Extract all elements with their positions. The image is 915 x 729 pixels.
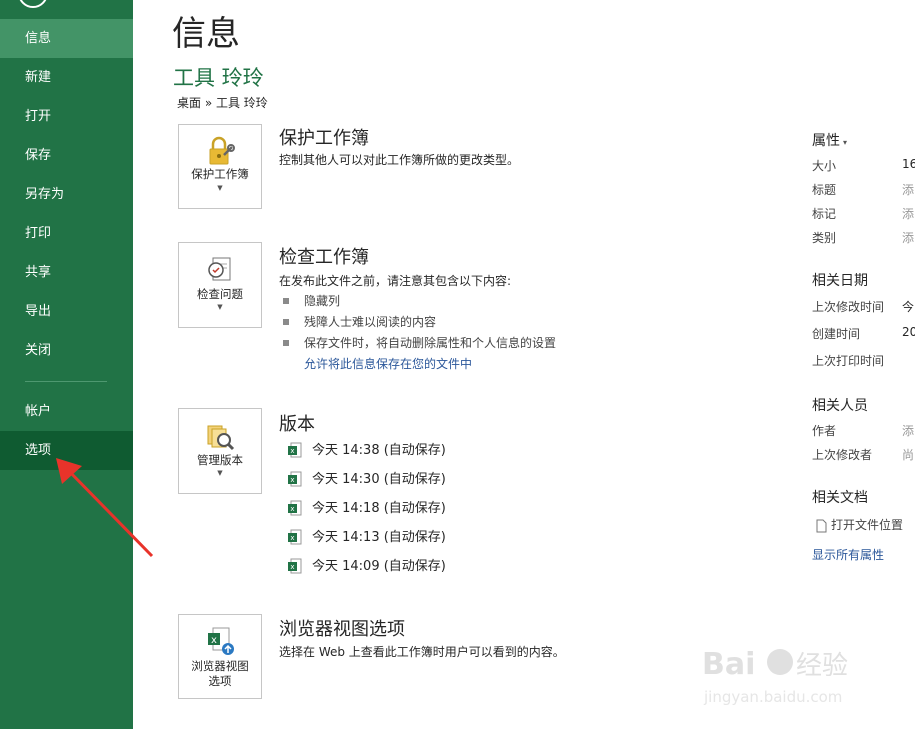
backstage-sidebar: 信息 新建 打开 保存 另存为 打印 共享 导出 关闭 帐户 选项 [0,0,133,729]
protect-tile-label: 保护工作簿 [191,167,249,181]
nav-print[interactable]: 打印 [0,214,133,253]
manage-versions-icon [207,425,235,451]
nav-new[interactable]: 新建 [0,58,133,97]
date-printed-label: 上次打印时间 [812,354,885,368]
prop-category-value[interactable]: 添 [902,229,914,246]
protect-title: 保护工作簿 [279,128,369,149]
browser-tile-label-line2: 选项 [208,674,232,688]
inspect-description: 在发布此文件之前，请注意其包含以下内容: [279,274,512,288]
svg-text:jingyan.baidu.com: jingyan.baidu.com [703,688,842,706]
inspect-tile-label: 检查问题 [197,287,243,301]
document-title: 工具 玲玲 [173,66,264,90]
svg-text:x: x [290,447,294,455]
check-for-issues-button[interactable]: 检查问题 ▼ [178,242,262,328]
excel-file-icon: x [288,471,302,486]
lock-key-icon [209,136,235,165]
manage-versions-button[interactable]: 管理版本 ▼ [178,408,262,494]
svg-text:x: x [290,505,294,513]
prop-category-label: 类别 [812,231,837,245]
browser-view-options-button[interactable]: x 浏览器视图 选项 [178,614,262,699]
date-created-value: 20 [902,325,915,339]
nav-save-as[interactable]: 另存为 [0,175,133,214]
date-modified-value: 今 [902,300,915,314]
bullet-icon [283,318,289,325]
document-icon [816,519,827,532]
excel-file-icon: x [288,442,302,457]
show-all-properties-link[interactable]: 显示所有属性 [812,546,884,563]
open-file-location-link[interactable]: 打开文件位置 [816,516,903,533]
prop-size-value: 16 [902,157,915,171]
browser-title: 浏览器视图选项 [279,619,405,640]
browser-description: 选择在 Web 上查看此工作簿时用户可以看到的内容。 [279,645,565,659]
version-item[interactable]: x 今天 14:09 (自动保存) [288,558,446,576]
author-label: 作者 [812,424,837,438]
prop-title-value[interactable]: 添 [902,181,914,198]
chevron-down-icon: ▼ [217,469,223,477]
version-item[interactable]: x 今天 14:13 (自动保存) [288,529,446,547]
page-title: 信息 [172,14,240,54]
bullet-icon [283,339,289,346]
related-docs-header: 相关文档 [812,490,868,506]
svg-text:x: x [290,476,294,484]
prop-tags-label: 标记 [812,207,837,221]
list-item: 隐藏列 [283,292,340,309]
list-item: 保存文件时，将自动删除属性和个人信息的设置 [283,334,556,351]
svg-text:x: x [290,563,294,571]
excel-file-icon: x [288,500,302,515]
nav-info[interactable]: 信息 [0,19,133,58]
author-value[interactable]: 添 [902,422,914,439]
svg-text:Bai: Bai [702,647,755,682]
protect-description: 控制其他人可以对此工作簿所做的更改类型。 [279,153,520,167]
last-modified-by-label: 上次修改者 [812,448,873,462]
versions-tile-label: 管理版本 [197,453,243,467]
nav-export[interactable]: 导出 [0,292,133,331]
properties-header[interactable]: 属性 ▾ [812,130,847,150]
nav-share[interactable]: 共享 [0,253,133,292]
versions-title: 版本 [279,414,315,435]
nav-divider [25,381,107,382]
excel-file-icon: x [288,558,302,573]
nav-save[interactable]: 保存 [0,136,133,175]
allow-save-info-link[interactable]: 允许将此信息保存在您的文件中 [304,355,472,372]
nav-close[interactable]: 关闭 [0,331,133,370]
svg-text:x: x [290,534,294,542]
browser-tile-label-line1: 浏览器视图 [191,659,249,673]
last-modified-by-value: 尚 [902,448,915,462]
date-modified-label: 上次修改时间 [812,300,885,314]
prop-size-label: 大小 [812,159,837,173]
chevron-down-icon: ▾ [843,138,848,147]
svg-text:经验: 经验 [796,651,848,681]
browser-view-icon: x [208,627,234,655]
inspect-document-icon [208,257,231,281]
version-item[interactable]: x 今天 14:30 (自动保存) [288,471,446,489]
version-item[interactable]: x 今天 14:38 (自动保存) [288,442,446,460]
prop-title-label: 标题 [812,183,837,197]
nav-options[interactable]: 选项 [0,431,133,470]
version-item[interactable]: x 今天 14:18 (自动保存) [288,500,446,518]
related-people-header: 相关人员 [812,398,868,414]
back-arrow-icon[interactable] [18,0,48,8]
nav-open[interactable]: 打开 [0,97,133,136]
chevron-down-icon: ▼ [217,303,223,311]
date-created-label: 创建时间 [812,327,861,341]
svg-text:x: x [211,635,217,646]
inspect-title: 检查工作簿 [279,247,369,268]
list-item: 残障人士难以阅读的内容 [283,313,436,330]
bullet-icon [283,297,289,304]
chevron-down-icon: ▼ [217,184,223,192]
baidu-watermark-logo: Bai 经验 jingyan.baidu.com [702,647,848,706]
breadcrumb: 桌面 » 工具 玲玲 [177,96,268,110]
nav-account[interactable]: 帐户 [0,392,133,431]
protect-workbook-button[interactable]: 保护工作簿 ▼ [178,124,262,209]
prop-tags-value[interactable]: 添 [902,205,914,222]
related-dates-header: 相关日期 [812,273,868,289]
excel-file-icon: x [288,529,302,544]
